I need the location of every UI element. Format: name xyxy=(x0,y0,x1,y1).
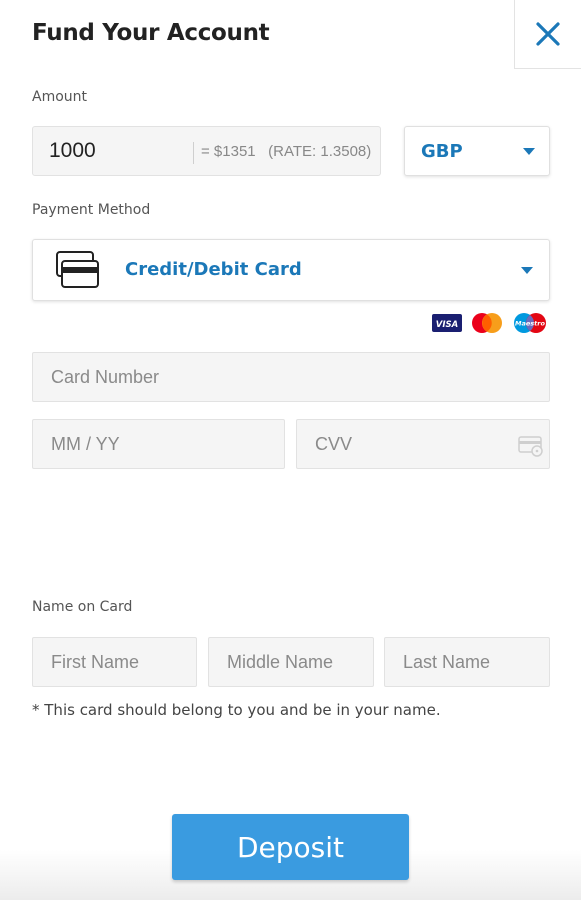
amount-conversion: = $1351 (RATE: 1.3508) xyxy=(201,143,371,160)
amount-label: Amount xyxy=(32,89,88,105)
first-name-input[interactable] xyxy=(33,638,196,686)
cvv-input[interactable] xyxy=(297,420,549,468)
converted-amount: = $1351 xyxy=(201,143,256,160)
visa-label: VISA xyxy=(436,320,458,330)
page-title: Fund Your Account xyxy=(32,20,270,46)
card-ownership-note: * This card should belong to you and be … xyxy=(32,701,441,719)
payment-method-label: Payment Method xyxy=(32,202,151,218)
expiry-field xyxy=(32,419,285,469)
chevron-down-icon xyxy=(523,148,535,155)
maestro-label: Maestro xyxy=(515,320,545,328)
expiry-input[interactable] xyxy=(33,420,284,468)
exchange-rate: (RATE: 1.3508) xyxy=(268,143,372,160)
last-name-field xyxy=(384,637,550,687)
payment-method-value: Credit/Debit Card xyxy=(125,259,302,280)
card-brands: VISA Maestro xyxy=(432,312,548,334)
close-button[interactable] xyxy=(514,0,581,69)
close-icon xyxy=(536,22,560,46)
mastercard-icon xyxy=(472,313,502,333)
card-number-field xyxy=(32,352,550,402)
deposit-button[interactable]: Deposit xyxy=(172,814,409,880)
amount-field: = $1351 (RATE: 1.3508) xyxy=(32,126,381,176)
cvv-card-icon xyxy=(518,436,543,457)
chevron-down-icon xyxy=(521,267,533,274)
visa-icon: VISA xyxy=(432,314,462,332)
middle-name-field xyxy=(208,637,374,687)
credit-card-icon xyxy=(56,251,99,288)
currency-value: GBP xyxy=(421,140,463,162)
payment-method-select[interactable]: Credit/Debit Card xyxy=(32,239,550,301)
amount-input[interactable] xyxy=(33,127,193,175)
card-number-input[interactable] xyxy=(33,353,549,401)
first-name-field xyxy=(32,637,197,687)
maestro-icon: Maestro xyxy=(514,313,546,333)
currency-select[interactable]: GBP xyxy=(404,126,550,176)
middle-name-input[interactable] xyxy=(209,638,373,686)
cvv-field xyxy=(296,419,550,469)
last-name-input[interactable] xyxy=(385,638,549,686)
name-on-card-label: Name on Card xyxy=(32,599,133,615)
amount-divider xyxy=(193,142,194,164)
